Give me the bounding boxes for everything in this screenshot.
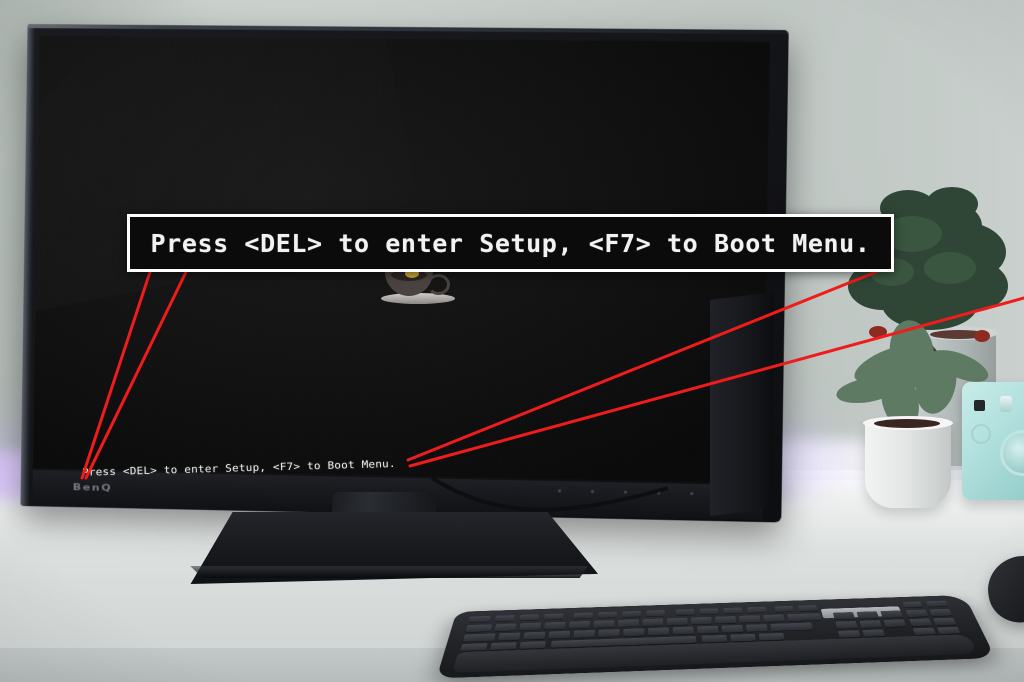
monitor-stand-base-edge [190,566,588,578]
camera-viewfinder [974,400,985,411]
monitor-cable [430,476,669,512]
bios-logo-saucer [381,293,455,304]
camera-dial [971,424,991,444]
screenshot-scene: BenQ Press <DEL> to enter Setup, <F7> to… [0,0,1024,682]
camera-flash [1000,396,1012,412]
callout-box: Press <DEL> to enter Setup, <F7> to Boot… [127,214,894,272]
plant-front-soil [874,419,940,428]
monitor-brand-logo: BenQ [72,482,113,494]
bios-splash-logo [381,268,457,308]
bios-logo-handle [427,274,450,295]
callout-text: Press <DEL> to enter Setup, <F7> to Boot… [150,228,871,258]
plant-front-pot [865,420,951,508]
monitor-rear-panel [710,292,774,516]
monitor-top-edge-highlight [27,24,789,35]
